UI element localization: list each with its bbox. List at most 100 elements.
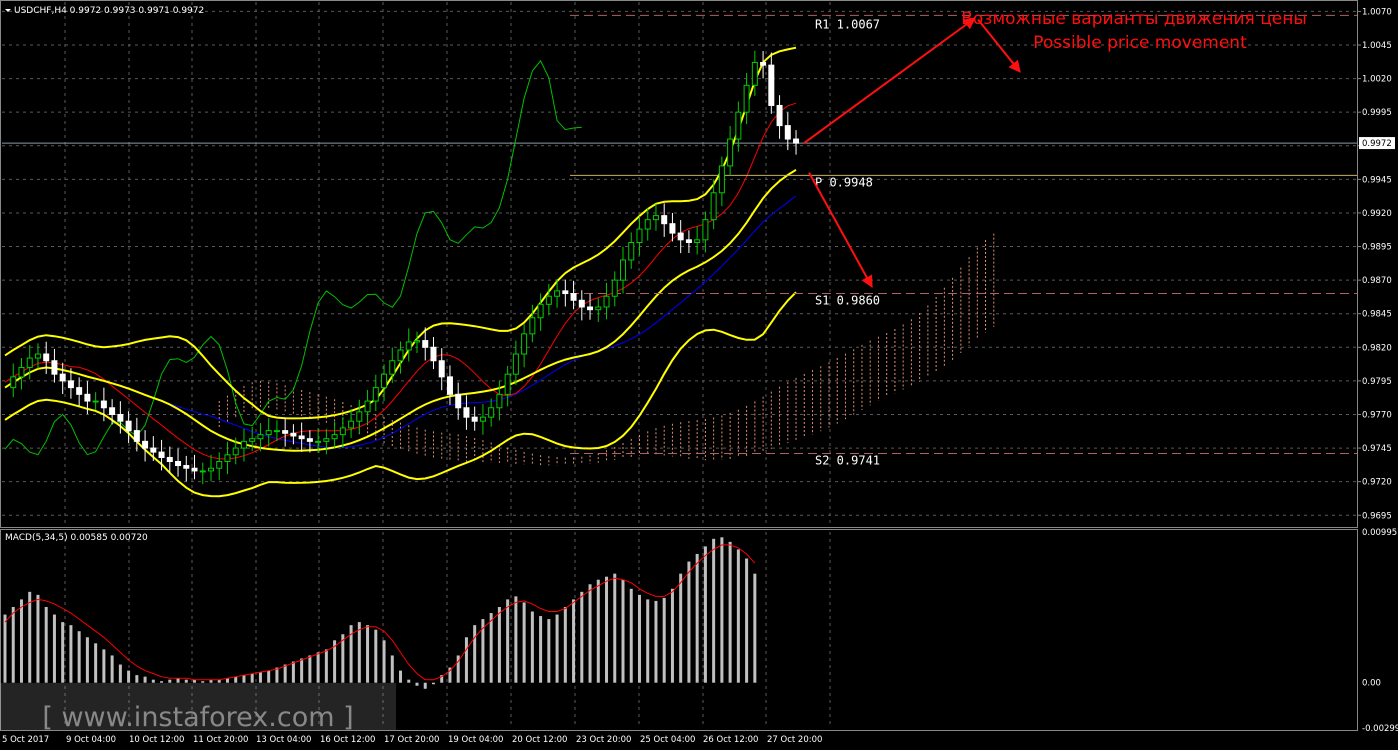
candle-body <box>273 430 280 433</box>
annotation-ru: Возможные варианты движения цены <box>961 9 1307 29</box>
macd-bar <box>596 579 600 683</box>
macd-header: MACD(5,34,5) 0.00585 0.00720 <box>5 533 148 543</box>
macd-bar <box>118 664 122 683</box>
macd-bar <box>316 652 320 683</box>
candle-body <box>51 360 58 375</box>
y-tick-label: 0.9895 <box>1362 243 1392 253</box>
macd-bar <box>489 613 493 683</box>
price-chart: R1 1.0067 P 0.9948 S1 0.9860 S2 0.9741 1.00… <box>0 0 1398 745</box>
candle-body <box>405 341 412 351</box>
macd-bar <box>3 614 7 683</box>
candle-body <box>562 290 569 295</box>
current-price-label: 0.9972 <box>1362 139 1392 149</box>
symbol-header: USDCHF,H4 0.9972 0.9973 0.9971 0.9972 <box>14 6 204 16</box>
candle-body <box>249 438 256 442</box>
macd-bar <box>160 681 164 683</box>
macd-bar <box>399 670 403 683</box>
macd-bar <box>61 622 65 683</box>
macd-bar <box>415 682 419 686</box>
macd-bar <box>201 681 205 683</box>
candle-body <box>109 407 116 415</box>
macd-bar <box>11 606 15 683</box>
candle-body <box>628 242 635 261</box>
candle-body <box>455 393 462 409</box>
x-tick-label: 27 Oct 20:00 <box>767 735 822 745</box>
candle-body <box>554 290 561 297</box>
candle-body <box>166 456 173 463</box>
bollinger-middle <box>4 169 797 452</box>
candle-body <box>414 340 420 343</box>
macd-bar <box>135 675 139 683</box>
candle-body <box>669 223 676 234</box>
candle-body <box>175 461 182 467</box>
macd-bar <box>184 679 188 683</box>
macd-bar <box>728 541 732 683</box>
macd-bar <box>275 667 279 683</box>
candle-body <box>611 279 618 297</box>
candle-body <box>496 393 503 409</box>
macd-signal-line <box>4 544 756 681</box>
macd-bar <box>176 678 180 683</box>
y-tick-label: 1.0020 <box>1362 75 1392 85</box>
macd-bar <box>168 679 172 683</box>
macd-bar <box>151 679 155 683</box>
candle-body <box>504 373 511 395</box>
candle-body <box>389 360 396 375</box>
macd-bar <box>52 614 56 683</box>
level-label-P: P 0.9948 <box>815 175 873 189</box>
macd-bar <box>390 655 394 683</box>
candle-body <box>10 376 17 389</box>
candle-body <box>446 376 453 395</box>
macd-bar <box>423 682 427 689</box>
candle-body <box>512 353 519 375</box>
x-tick-label: 17 Oct 20:00 <box>384 735 439 745</box>
candle-body <box>372 387 379 402</box>
candle-body <box>59 373 66 382</box>
candle-body <box>331 434 338 440</box>
x-tick-label: 10 Oct 12:00 <box>129 735 184 745</box>
y-tick-label: 0.9920 <box>1362 209 1392 219</box>
macd-bar <box>242 675 246 683</box>
macd-bar <box>547 619 551 683</box>
macd-bar <box>720 537 724 683</box>
macd-bar <box>19 599 23 683</box>
macd-bar <box>291 661 295 683</box>
candle-body <box>438 360 445 378</box>
candle-body <box>463 407 470 418</box>
candle-body <box>587 306 594 311</box>
x-tick-label: 26 Oct 12:00 <box>703 735 758 745</box>
macd-bar <box>374 629 378 683</box>
candle-body <box>620 259 626 281</box>
candle-body <box>76 387 83 395</box>
candle-body <box>199 470 206 473</box>
candle-body <box>603 295 610 308</box>
candle-body <box>471 416 478 422</box>
candle-body <box>323 438 330 442</box>
price-panel-frame <box>0 0 1358 528</box>
candle-body <box>595 306 602 311</box>
y-tick-label: 0.9745 <box>1362 444 1392 454</box>
macd-bar <box>753 573 757 683</box>
tenkan-line <box>4 102 797 460</box>
candle-body <box>183 465 190 469</box>
macd-bar <box>366 625 370 683</box>
level-label-S2: S2 0.9741 <box>815 453 880 467</box>
candle-body <box>290 432 297 437</box>
x-tick-label: 23 Oct 20:00 <box>576 735 631 745</box>
macd-bar <box>539 616 543 683</box>
level-label-R1: R1 1.0067 <box>815 17 880 31</box>
candle-body <box>240 440 247 449</box>
macd-bar <box>85 637 89 683</box>
macd-bar <box>703 546 707 683</box>
macd-bar <box>464 637 468 683</box>
macd-bar <box>637 594 641 683</box>
macd-bar <box>94 643 98 683</box>
macd-bar <box>514 596 518 683</box>
candle-body <box>265 430 272 436</box>
macd-bar <box>506 599 510 683</box>
y-tick-label: 0.9695 <box>1362 511 1392 521</box>
y-tick-label: 0.9845 <box>1362 310 1392 320</box>
candle-body <box>26 357 33 368</box>
candle-body <box>232 447 239 456</box>
candle-body <box>718 165 725 194</box>
